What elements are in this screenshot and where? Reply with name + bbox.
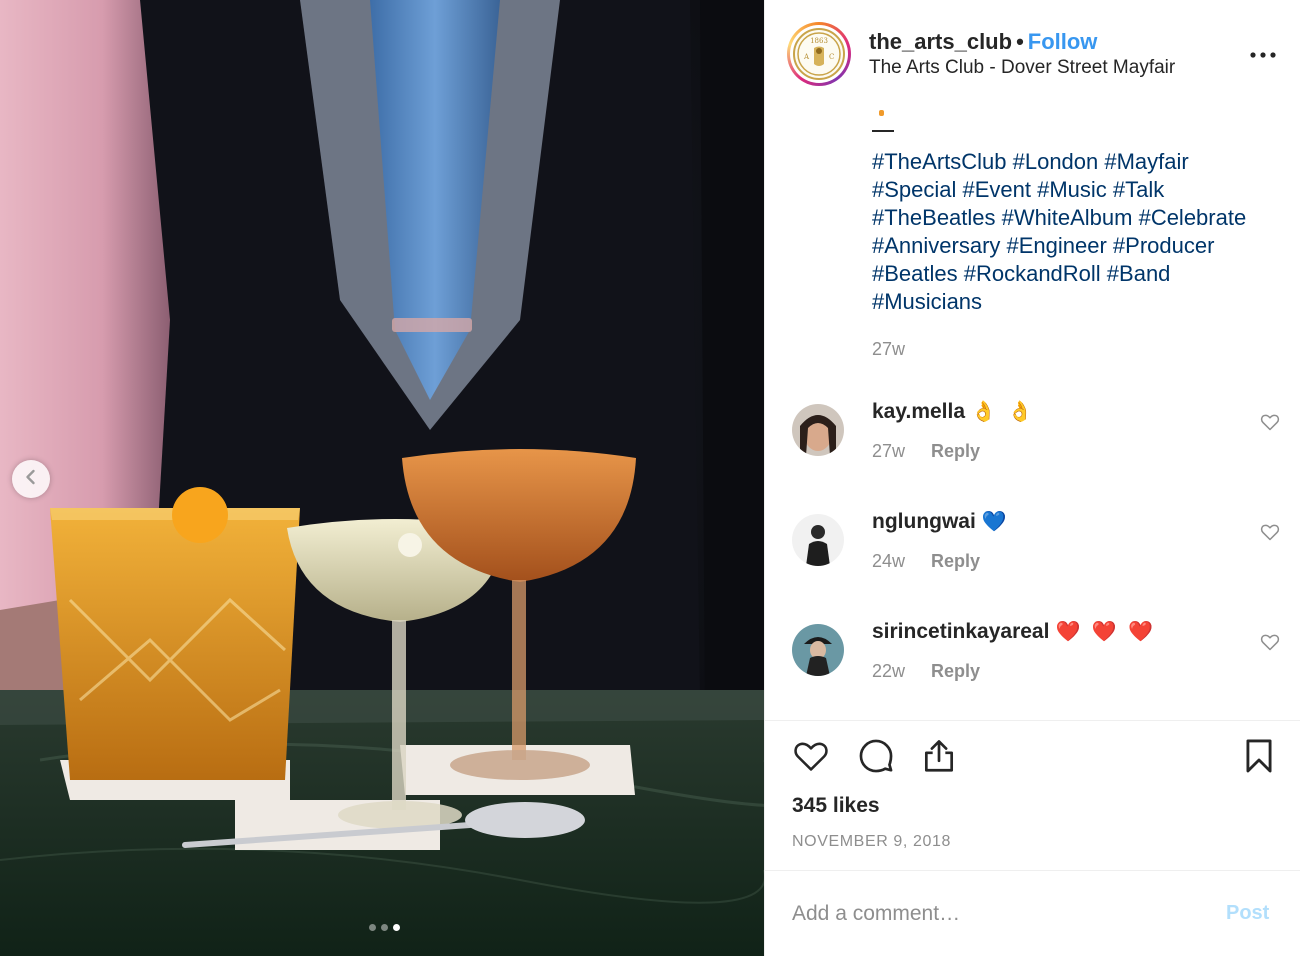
post-date: NOVEMBER 9, 2018 <box>792 833 951 850</box>
hashtag-line[interactable]: #TheArtsClub #London #Mayfair <box>872 148 1292 176</box>
reply-button[interactable]: Reply <box>931 441 980 461</box>
comment-input[interactable] <box>792 897 1192 931</box>
svg-text:1863: 1863 <box>810 37 828 45</box>
hashtag-line[interactable]: #TheBeatles #WhiteAlbum #Celebrate <box>872 204 1292 232</box>
comment-button[interactable] <box>856 738 896 778</box>
comment-text: ❤️ ❤️ ❤️ <box>1055 621 1157 643</box>
post-action-bar <box>765 738 1300 782</box>
caption-emoji-fragment <box>879 110 884 116</box>
comment-like-button[interactable] <box>1260 632 1282 654</box>
post-username[interactable]: the_arts_club <box>869 29 1012 54</box>
avatar[interactable] <box>792 514 844 566</box>
post-button[interactable]: Post <box>1226 902 1269 925</box>
comment-username[interactable]: sirincetinkayareal <box>872 620 1049 643</box>
avatar[interactable]: 1863 A C <box>787 22 851 86</box>
post-author-line: the_arts_club • Follow <box>869 29 1097 55</box>
comment-bubble-icon <box>857 737 895 780</box>
post-media[interactable] <box>0 0 764 956</box>
comment-text: 💙 <box>981 511 1010 533</box>
heart-icon <box>1260 524 1280 546</box>
comment-like-button[interactable] <box>1260 522 1282 544</box>
comment-item: sirincetinkayareal ❤️ ❤️ ❤️ 22w Reply <box>765 620 1300 704</box>
heart-icon <box>1260 634 1280 656</box>
avatar[interactable] <box>792 624 844 676</box>
comment-time: 22w <box>872 661 906 681</box>
comment-time: 27w <box>872 441 906 461</box>
svg-text:C: C <box>829 53 834 61</box>
carousel-indicator <box>0 924 764 931</box>
more-options-button[interactable] <box>1249 40 1277 68</box>
carousel-dot <box>393 924 400 931</box>
avatar[interactable] <box>792 404 844 456</box>
like-button[interactable] <box>791 738 831 778</box>
follow-button[interactable]: Follow <box>1028 29 1098 54</box>
hashtag-line[interactable]: #Anniversary #Engineer #Producer <box>872 232 1292 260</box>
share-button[interactable] <box>919 738 959 778</box>
heart-icon <box>792 737 830 780</box>
post-photo <box>0 0 764 956</box>
save-button[interactable] <box>1239 738 1279 778</box>
post-location[interactable]: The Arts Club - Dover Street Mayfair <box>869 57 1175 79</box>
hashtag-line[interactable]: #Special #Event #Music #Talk <box>872 176 1292 204</box>
like-count[interactable]: 345 likes <box>792 794 880 818</box>
comment-time: 24w <box>872 551 906 571</box>
hashtag-list: #TheArtsClub #London #Mayfair #Special #E… <box>872 148 1292 316</box>
comment-text: 👌 👌 <box>971 401 1036 423</box>
caption-time: 27w <box>872 339 906 359</box>
post-detail-panel: 1863 A C the_arts_club • Follow The Arts C… <box>764 0 1300 956</box>
svg-text:A: A <box>803 53 810 61</box>
carousel-dot <box>381 924 388 931</box>
caption-dash <box>872 130 894 132</box>
chevron-left-icon <box>23 469 39 490</box>
share-icon <box>920 737 958 780</box>
carousel-dot <box>369 924 376 931</box>
separator-dot: • <box>1016 29 1024 54</box>
hashtag-line[interactable]: #Beatles #RockandRoll #Band <box>872 260 1292 288</box>
post-header: 1863 A C the_arts_club • Follow The Arts C… <box>765 0 1300 110</box>
divider <box>765 720 1300 721</box>
reply-button[interactable]: Reply <box>931 551 980 571</box>
hashtag-line[interactable]: #Musicians <box>872 288 1292 316</box>
comment-item: kay.mella 👌 👌 27w Reply <box>765 400 1300 484</box>
reply-button[interactable]: Reply <box>931 661 980 681</box>
comment-like-button[interactable] <box>1260 412 1282 434</box>
comment-username[interactable]: nglungwai <box>872 510 976 533</box>
arts-club-logo: 1863 A C <box>793 28 845 80</box>
carousel-prev-button[interactable] <box>12 460 50 498</box>
comment-item: nglungwai 💙 24w Reply <box>765 510 1300 594</box>
more-options-icon <box>1250 45 1276 63</box>
comment-username[interactable]: kay.mella <box>872 400 965 423</box>
bookmark-icon <box>1240 737 1278 780</box>
heart-icon <box>1260 414 1280 436</box>
add-comment-section: Post <box>765 870 1300 956</box>
